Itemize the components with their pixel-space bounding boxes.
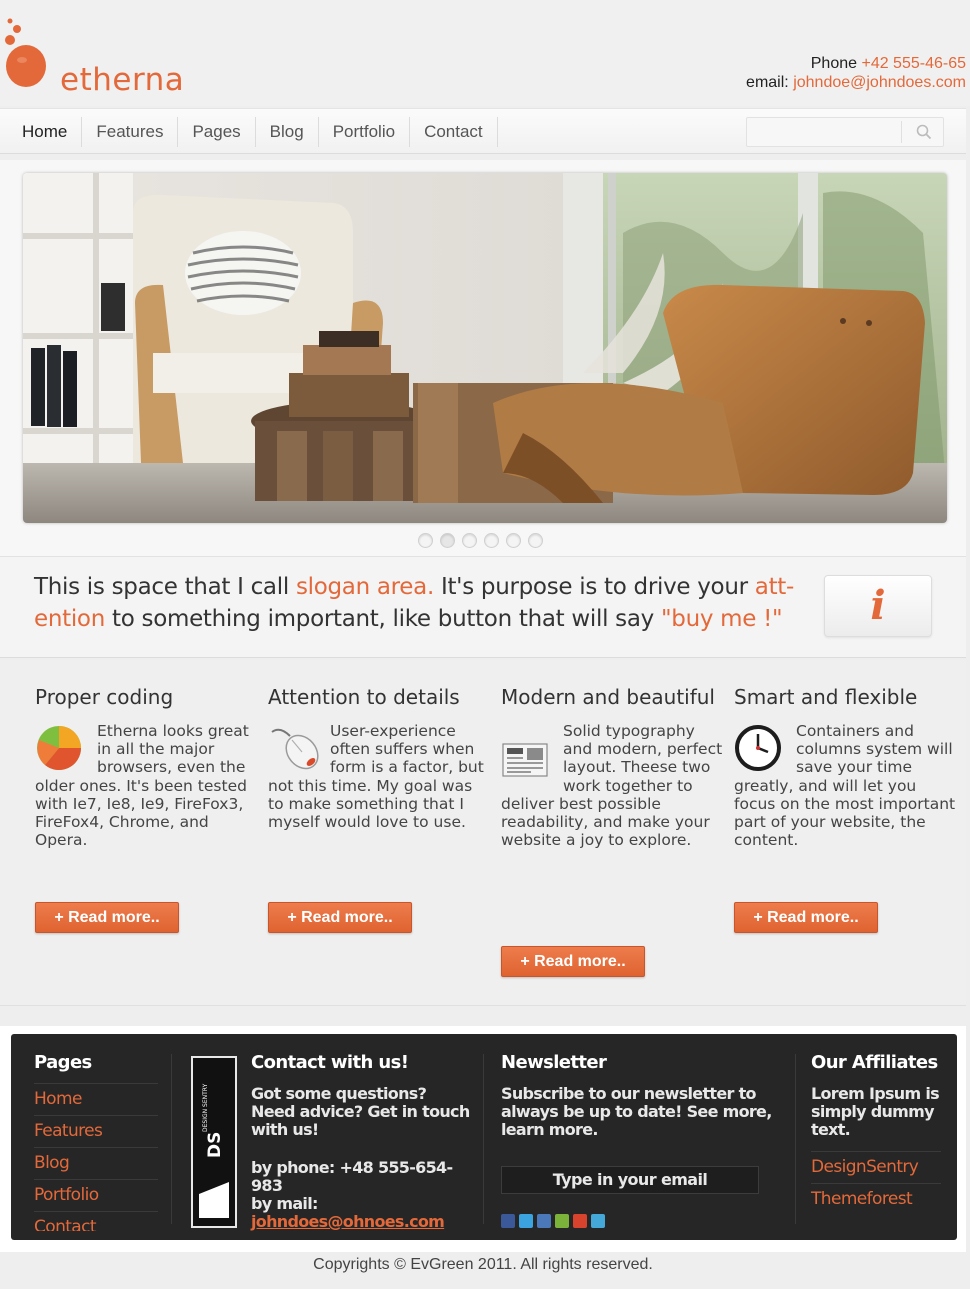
- slogan-text: This is space that I call slogan area. I…: [34, 571, 814, 635]
- nav-features[interactable]: Features: [82, 117, 179, 147]
- interior-photo: [23, 173, 947, 523]
- search-input[interactable]: [747, 118, 897, 146]
- newsletter-email-input[interactable]: Type in your email: [501, 1166, 759, 1194]
- read-more-button-2[interactable]: + Read more..: [268, 902, 412, 933]
- feature-proper-coding: Proper coding Etherna looks great in all…: [35, 684, 257, 849]
- footer-affiliates: Our Affiliates Lorem Ipsum is simply dum…: [811, 1052, 941, 1215]
- email-link[interactable]: johndoe@johndoes.com: [793, 74, 966, 91]
- footer: Pages Home Features Blog Portfolio Conta…: [11, 1034, 957, 1240]
- main-nav: Home Features Pages Blog Portfolio Conta…: [0, 108, 966, 154]
- read-more-button-4[interactable]: + Read more..: [734, 902, 878, 933]
- footer-link-home[interactable]: Home: [34, 1083, 158, 1115]
- footer-link-features[interactable]: Features: [34, 1115, 158, 1147]
- footer-newsletter-title: Newsletter: [501, 1052, 607, 1073]
- phone-number: +42 555-46-65: [861, 55, 966, 72]
- footer-divider: [171, 1054, 172, 1224]
- slogan-highlight: "buy me !": [660, 606, 783, 632]
- header: etherna Phone +42 555-46-65 email: johnd…: [0, 0, 970, 106]
- header-contact: Phone +42 555-46-65 email: johndoe@johnd…: [746, 54, 966, 92]
- logo-text: etherna: [60, 62, 185, 98]
- feature-title: Smart and flexible: [734, 685, 918, 709]
- footer-divider: [795, 1054, 796, 1224]
- youtube-icon[interactable]: [573, 1214, 587, 1228]
- footer-contact-mail[interactable]: johndoes@ohnoes.com: [251, 1212, 445, 1231]
- designsentry-logo-icon: DS DESIGN SENTRY: [199, 1083, 229, 1218]
- feature-attention-to-details: Attention to details User-experience oft…: [268, 684, 490, 831]
- feature-title: Proper coding: [35, 685, 174, 709]
- slider-dot-5[interactable]: [506, 533, 521, 548]
- stumbleupon-icon[interactable]: [555, 1214, 569, 1228]
- newspaper-icon: [502, 743, 548, 777]
- affiliate-link-designsentry[interactable]: DesignSentry: [811, 1151, 941, 1183]
- slider-dot-2[interactable]: [440, 533, 455, 548]
- slider-image[interactable]: [23, 173, 947, 523]
- badge-sub-text: DESIGN SENTRY: [202, 1083, 209, 1132]
- search-box: [746, 117, 944, 147]
- nav-blog[interactable]: Blog: [256, 117, 319, 147]
- affiliate-link-themeforest[interactable]: Themeforest: [811, 1183, 941, 1215]
- footer-wrapper: Pages Home Features Blog Portfolio Conta…: [0, 1026, 966, 1252]
- footer-affiliates-title: Our Affiliates: [811, 1052, 938, 1073]
- info-button[interactable]: i: [824, 575, 932, 637]
- nav-contact[interactable]: Contact: [410, 117, 498, 147]
- slider-dot-4[interactable]: [484, 533, 499, 548]
- copyright-text: Copyrights © EvGreen 2011. All rights re…: [313, 1256, 653, 1273]
- mouse-icon: [271, 728, 319, 770]
- slogan-highlight: att-: [754, 574, 795, 600]
- search-icon[interactable]: [915, 123, 933, 141]
- email-label: email:: [746, 74, 789, 91]
- slider-dot-3[interactable]: [462, 533, 477, 548]
- slider-section: [0, 160, 966, 556]
- twitter-icon[interactable]: [519, 1214, 533, 1228]
- slider-dot-1[interactable]: [418, 533, 433, 548]
- slogan-section: This is space that I call slogan area. I…: [0, 556, 966, 658]
- read-more-button-3[interactable]: + Read more..: [501, 946, 645, 977]
- slider-dot-6[interactable]: [528, 533, 543, 548]
- footer-newsletter: Newsletter Subscribe to our newsletter t…: [501, 1052, 781, 1139]
- footer-link-contact[interactable]: Contact: [34, 1211, 158, 1231]
- feature-title: Modern and beautiful: [501, 685, 715, 709]
- slogan-part: This is space that I call: [34, 574, 296, 600]
- footer-contact: Contact with us! Got some questions? Nee…: [251, 1052, 471, 1231]
- feature-title: Attention to details: [268, 685, 460, 709]
- footer-newsletter-text: Subscribe to our newsletter to always be…: [501, 1084, 772, 1139]
- vimeo-icon[interactable]: [591, 1214, 605, 1228]
- facebook-icon[interactable]: [501, 1214, 515, 1228]
- logo-mark-icon: [5, 18, 46, 87]
- clock-icon: [735, 725, 781, 771]
- footer-contact-text: Got some questions? Need advice? Get in …: [251, 1084, 470, 1139]
- footer-link-portfolio[interactable]: Portfolio: [34, 1179, 158, 1211]
- footer-divider: [483, 1054, 484, 1224]
- badge-text: DS: [205, 1132, 225, 1158]
- delicious-icon[interactable]: [537, 1214, 551, 1228]
- nav-home[interactable]: Home: [8, 117, 83, 147]
- slogan-part: to something important, like button that…: [105, 606, 661, 632]
- logo[interactable]: etherna: [2, 18, 202, 98]
- footer-affiliates-text: Lorem Ipsum is simply dummy text.: [811, 1084, 940, 1139]
- nav-pages[interactable]: Pages: [178, 117, 256, 147]
- read-more-button-1[interactable]: + Read more..: [35, 902, 179, 933]
- slider-pagination: [418, 533, 543, 548]
- slogan-part: It's purpose is to drive your: [433, 574, 755, 600]
- feature-smart-flexible: Smart and flexible Containers and column…: [734, 684, 956, 849]
- footer-contact-title: Contact with us!: [251, 1052, 409, 1073]
- social-icons: [501, 1214, 605, 1228]
- designsentry-badge[interactable]: DS DESIGN SENTRY: [191, 1056, 237, 1228]
- footer-pages: Pages Home Features Blog Portfolio Conta…: [34, 1052, 158, 1231]
- features-section: Proper coding Etherna looks great in all…: [0, 660, 966, 1006]
- feature-modern-beautiful: Modern and beautiful Solid typography an…: [501, 684, 723, 849]
- search-divider: [901, 121, 902, 143]
- slogan-highlight: slogan area.: [295, 574, 434, 600]
- info-icon: i: [870, 582, 886, 629]
- slogan-highlight: ention: [34, 606, 105, 632]
- nav-portfolio[interactable]: Portfolio: [319, 117, 411, 147]
- pie-chart-icon: [37, 726, 82, 771]
- footer-contact-phone: by phone: +48 555-654-983: [251, 1158, 453, 1195]
- footer-link-blog[interactable]: Blog: [34, 1147, 158, 1179]
- footer-contact-mail-label: by mail:: [251, 1194, 318, 1213]
- phone-label: Phone: [810, 55, 858, 72]
- footer-pages-title: Pages: [34, 1052, 92, 1073]
